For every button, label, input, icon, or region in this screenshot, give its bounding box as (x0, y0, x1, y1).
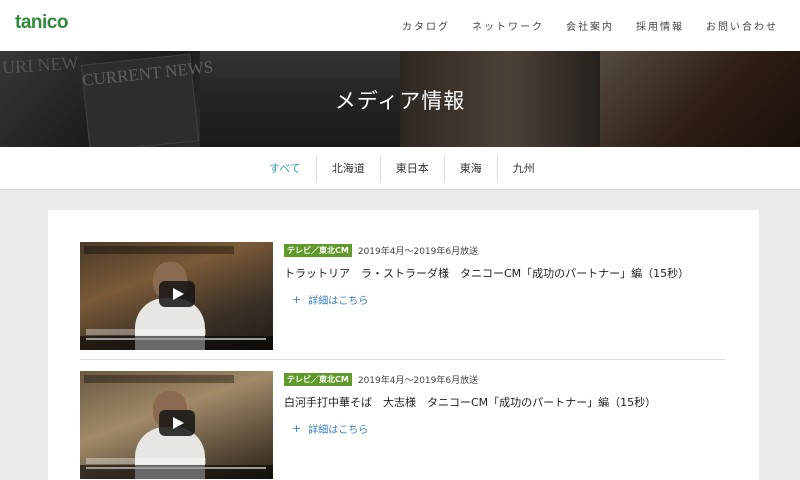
video-caption (86, 458, 206, 464)
plus-icon: + (292, 293, 302, 306)
tab-east-japan[interactable]: 東日本 (379, 155, 444, 182)
nav-recruit[interactable]: 採用情報 (636, 18, 684, 33)
item-divider (80, 359, 725, 360)
broadcast-date: 2019年4月～2019年6月放送 (357, 246, 479, 257)
tab-all[interactable]: すべて (254, 155, 316, 182)
details-link[interactable]: + 詳細はこちら (292, 292, 368, 307)
video-progress-bar[interactable] (86, 467, 266, 469)
media-meta: テレビ／東北CM 2019年4月～2019年6月放送 (284, 243, 478, 257)
details-link[interactable]: + 詳細はこちら (292, 421, 368, 436)
site-header: tanico カタログ ネットワーク 会社案内 採用情報 お問い合わせ (0, 0, 800, 51)
nav-catalog[interactable]: カタログ (402, 18, 450, 33)
region-tabs: すべて 北海道 東日本 東海 九州 (254, 155, 550, 182)
nav-network[interactable]: ネットワーク (472, 18, 544, 33)
video-title-bar (84, 246, 234, 254)
video-title-bar (84, 375, 234, 383)
hero-banner: CURRENT NEWS URI NEW メディア情報 (0, 51, 800, 147)
category-badge: テレビ／東北CM (284, 243, 352, 257)
tab-tokai[interactable]: 東海 (443, 155, 497, 182)
media-meta: テレビ／東北CM 2019年4月～2019年6月放送 (284, 372, 478, 386)
play-icon[interactable] (159, 410, 195, 436)
nav-company[interactable]: 会社案内 (566, 18, 614, 33)
video-thumbnail[interactable] (80, 371, 273, 479)
video-thumbnail[interactable] (80, 242, 273, 350)
video-progress-bar[interactable] (86, 338, 266, 340)
tanico-logo[interactable]: tanico (15, 12, 68, 34)
plus-icon: + (292, 422, 302, 435)
page-title: メディア情報 (334, 89, 466, 113)
nav-contact[interactable]: お問い合わせ (706, 18, 778, 33)
media-list-card: テレビ／東北CM 2019年4月～2019年6月放送 トラットリア ラ・ストラー… (48, 210, 759, 480)
details-link-label: 詳細はこちら (308, 425, 369, 436)
main-nav: カタログ ネットワーク 会社案内 採用情報 お問い合わせ (402, 18, 778, 33)
region-filter-bar: すべて 北海道 東日本 東海 九州 (0, 147, 800, 190)
play-icon[interactable] (159, 281, 195, 307)
video-caption (86, 329, 206, 335)
tab-hokkaido[interactable]: 北海道 (315, 155, 380, 182)
media-title: 白河手打中華そば 大志様 タニコーCM「成功のパートナー」編（15秒） (284, 396, 657, 409)
category-badge: テレビ／東北CM (284, 372, 352, 386)
broadcast-date: 2019年4月～2019年6月放送 (357, 375, 479, 386)
media-title: トラットリア ラ・ストラーダ様 タニコーCM「成功のパートナー」編（15秒） (284, 267, 690, 280)
details-link-label: 詳細はこちら (308, 296, 369, 307)
tab-kyushu[interactable]: 九州 (496, 155, 550, 182)
